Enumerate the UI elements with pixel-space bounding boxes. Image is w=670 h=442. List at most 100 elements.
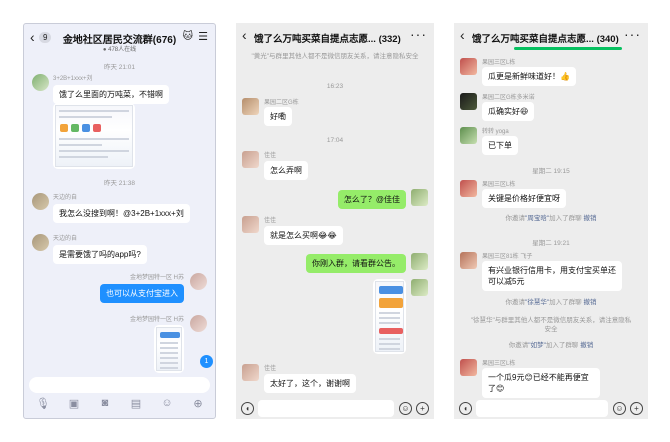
wechat-chat-panel: ‹ 饿了么万吨买菜自提点志愿... (332) ··· "黄光"与群里其他人都不… xyxy=(236,23,434,419)
message-bubble[interactable]: 你刚入群，请看群公告。 xyxy=(306,254,406,273)
invitee-link[interactable]: "徐慧华" xyxy=(525,299,549,306)
system-notice: "徐慧华"与群里其他人都不是微信朋友关系，请注意隐私安全 xyxy=(470,317,632,333)
avatar[interactable] xyxy=(460,252,477,269)
avatar[interactable] xyxy=(460,58,477,75)
online-count: ● 478人在线 xyxy=(102,47,137,53)
more-icon[interactable]: ··· xyxy=(410,26,427,42)
timestamp: 16:23 xyxy=(326,83,344,90)
sender-name: 金地梦园特一区 H苏 xyxy=(129,275,184,281)
camera-icon[interactable]: ◙ xyxy=(98,397,112,409)
message-bubble[interactable]: 怎么弄啊 xyxy=(264,161,308,180)
sender-name: 果园三区L栋 xyxy=(482,60,516,66)
message-bubble[interactable]: 怎么了？@佳佳 xyxy=(337,190,406,209)
back-icon[interactable]: ‹ xyxy=(242,27,247,43)
message-bubble[interactable]: 太好了，这个，谢谢啊 xyxy=(264,374,356,393)
avatar[interactable] xyxy=(460,93,477,110)
message-bubble[interactable]: 饿了么里面的万吨菜，不错啊 xyxy=(53,85,169,104)
voice-icon[interactable]: ◖ xyxy=(459,402,472,415)
avatar[interactable] xyxy=(411,189,428,206)
avatar[interactable] xyxy=(32,193,49,210)
avatar[interactable] xyxy=(411,279,428,296)
red-packet-icon[interactable]: ▤ xyxy=(129,397,143,410)
wechat-chat-panel: ‹ 饿了么万吨买菜自提点志愿... (340) ··· 果园三区L栋 瓜更是新鲜… xyxy=(454,23,648,419)
avatar[interactable] xyxy=(32,234,49,251)
plus-icon[interactable]: + xyxy=(630,402,643,415)
message-bubble[interactable]: 瓜确实好😆 xyxy=(482,102,535,121)
more-icon[interactable]: ··· xyxy=(624,26,641,42)
image-message[interactable] xyxy=(373,279,406,354)
screenshot-thumbnail xyxy=(156,327,182,371)
timestamp: 17:04 xyxy=(326,137,344,144)
microphone-icon[interactable]: 🎙 xyxy=(36,397,50,410)
chat-header: ‹ 9 金地社区居民交流群(676) ● 478人在线 🐱 ☰ xyxy=(24,24,215,56)
system-notice: "黄光"与群里其他人都不是微信朋友关系，请注意隐私安全 xyxy=(251,53,419,60)
message-input[interactable] xyxy=(476,400,608,417)
avatar[interactable] xyxy=(242,216,259,233)
emoji-icon[interactable]: ☺ xyxy=(160,397,174,409)
sender-name: 3+2B+1xxx+刘 xyxy=(53,76,93,82)
progress-bar xyxy=(514,47,622,50)
image-message[interactable] xyxy=(53,103,135,169)
revoke-link[interactable]: 撤销 xyxy=(580,342,593,349)
avatar[interactable] xyxy=(190,273,207,290)
message-bubble[interactable]: 关键是价格好便宜呀 xyxy=(482,189,566,208)
avatar[interactable] xyxy=(460,127,477,144)
message-bubble[interactable]: 是需要饿了吗的app吗? xyxy=(53,245,147,264)
sender-name: 天边的自 xyxy=(53,195,78,201)
avatar[interactable] xyxy=(411,253,428,270)
sender-name: 佳佳 xyxy=(264,218,277,224)
sender-name: 佳佳 xyxy=(264,153,277,159)
new-message-badge[interactable]: 1 xyxy=(200,355,213,368)
invitee-link[interactable]: "如梦" xyxy=(528,342,546,349)
message-bubble[interactable]: 也可以从支付宝进入 xyxy=(100,284,184,303)
timestamp: 星期二 19:21 xyxy=(532,240,570,247)
avatar[interactable] xyxy=(242,364,259,381)
avatar[interactable] xyxy=(460,180,477,197)
plus-icon[interactable]: + xyxy=(416,402,429,415)
message-bubble[interactable]: 瓜更是新鲜味道好！👍 xyxy=(482,67,576,86)
sender-name: 天边的自 xyxy=(53,236,78,242)
sender-name: 果园三区L栋 xyxy=(482,361,516,367)
system-notice: 你邀请"徐慧华"加入了群聊 撤销 xyxy=(505,299,597,306)
back-icon[interactable]: ‹ xyxy=(460,27,465,43)
revoke-link[interactable]: 撤销 xyxy=(583,215,596,222)
image-icon[interactable]: ▣ xyxy=(67,397,81,410)
cat-icon[interactable]: 🐱 xyxy=(183,31,193,42)
message-bubble[interactable]: 一个瓜9元😊已经不能再便宜了😊 xyxy=(482,368,600,398)
emoji-icon[interactable]: ☺ xyxy=(399,402,412,415)
group-title: 饿了么万吨买菜自提点志愿... (332) xyxy=(254,34,401,45)
avatar[interactable] xyxy=(32,74,49,91)
system-notice: 你邀请"周宝晗"加入了群聊 撤销 xyxy=(505,215,597,222)
chat-header: ‹ 饿了么万吨买菜自提点志愿... (332) ··· xyxy=(236,23,434,51)
message-bubble[interactable]: 就是怎么买啊😂😂 xyxy=(264,226,343,245)
message-bubble[interactable]: 我怎么没搜到啊！@3+2B+1xxx+刘 xyxy=(53,204,190,223)
image-message[interactable] xyxy=(154,325,184,373)
avatar[interactable] xyxy=(242,151,259,168)
system-notice: 你邀请"如梦"加入了群聊 撤销 xyxy=(508,342,594,349)
sender-name: 果园二区G栋多米诺 xyxy=(482,95,535,101)
timestamp: 昨天 21:38 xyxy=(103,180,136,187)
qq-chat-panel: ‹ 9 金地社区居民交流群(676) ● 478人在线 🐱 ☰ 昨天 21:01… xyxy=(23,23,216,419)
voice-icon[interactable]: ◖ xyxy=(241,402,254,415)
message-input[interactable] xyxy=(258,400,394,417)
timestamp: 星期二 19:15 xyxy=(532,168,570,175)
avatar[interactable] xyxy=(460,359,477,376)
sender-name: 果园三区L栋 xyxy=(482,182,516,188)
invitee-link[interactable]: "周宝晗" xyxy=(525,215,549,222)
avatar[interactable] xyxy=(190,315,207,332)
message-bubble[interactable]: 已下单 xyxy=(482,136,518,155)
sender-name: 果园三区81栋 飞子 xyxy=(482,254,533,260)
avatar[interactable] xyxy=(242,98,259,115)
sender-name: 金地梦园特一区 H苏 xyxy=(129,317,184,323)
group-title: 饿了么万吨买菜自提点志愿... (340) xyxy=(472,34,619,45)
chat-header: ‹ 饿了么万吨买菜自提点志愿... (340) ··· xyxy=(454,23,648,51)
emoji-icon[interactable]: ☺ xyxy=(613,402,626,415)
plus-icon[interactable]: ⊕ xyxy=(191,397,205,410)
message-bubble[interactable]: 好嘞 xyxy=(264,107,292,126)
sender-name: 转转 yoga xyxy=(482,129,509,135)
menu-icon[interactable]: ☰ xyxy=(198,30,208,43)
sender-name: 果园二区G栋 xyxy=(264,100,299,106)
message-bubble[interactable]: 有兴业银行信用卡，用支付宝买单还可以减5元 xyxy=(482,261,622,291)
revoke-link[interactable]: 撤销 xyxy=(583,299,596,306)
message-input[interactable] xyxy=(29,377,210,393)
